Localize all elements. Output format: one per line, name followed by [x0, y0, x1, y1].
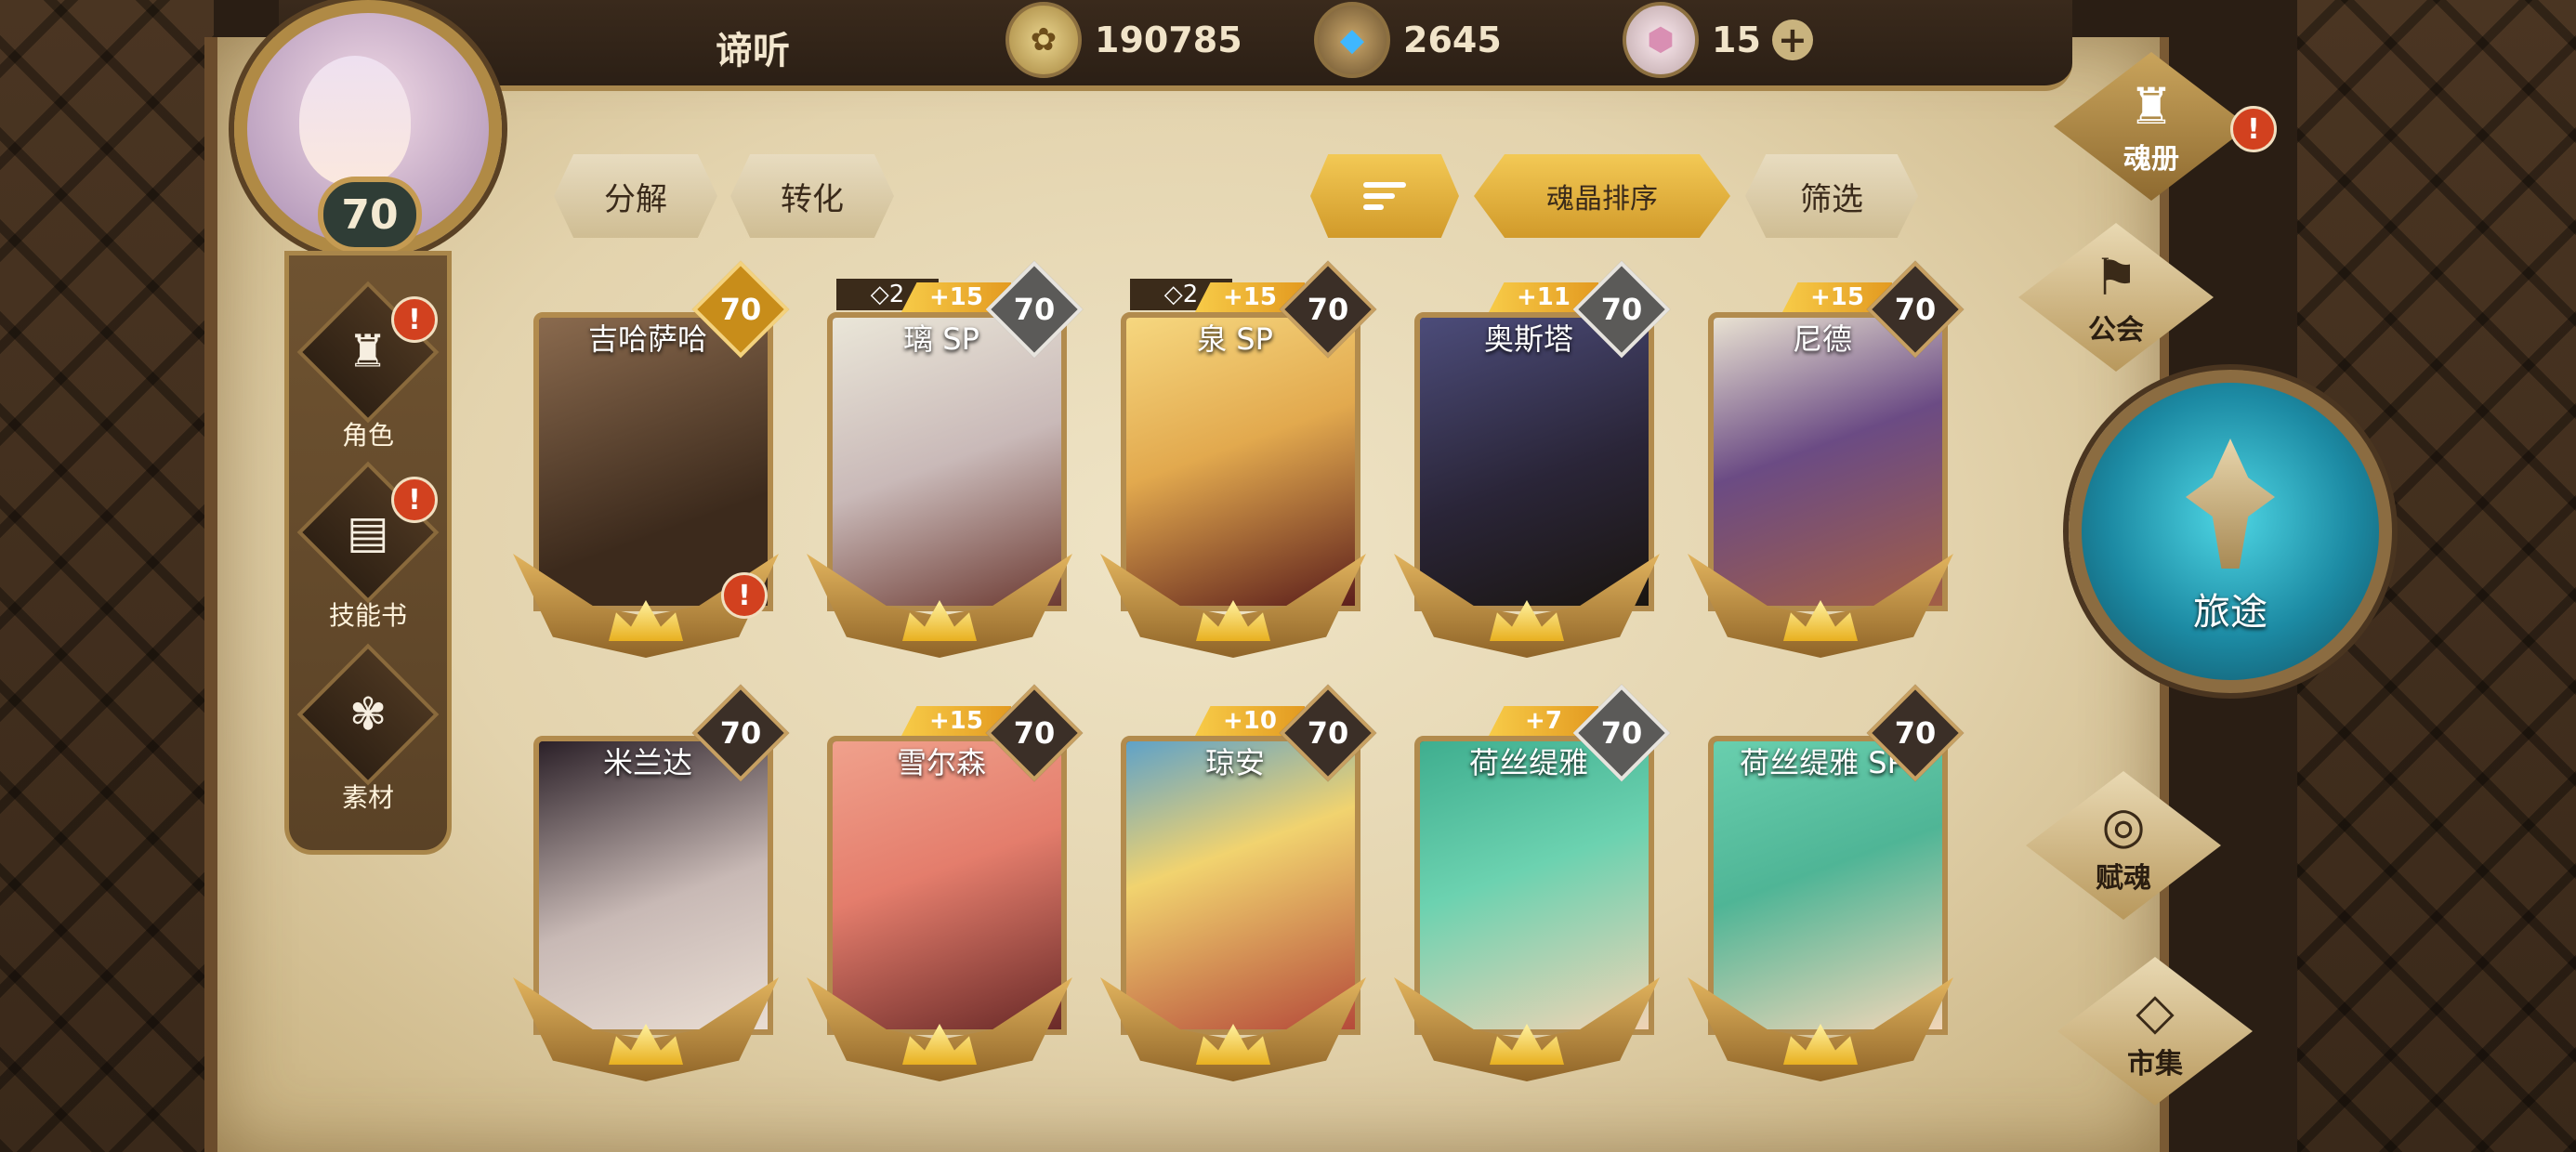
hero-card[interactable]: 荷丝缇雅 SP 70 [1688, 684, 1965, 1081]
soul-book-label: 魂册 [2123, 142, 2179, 176]
nav-material[interactable]: ✾ 素材 [289, 643, 447, 815]
filter-button[interactable]: 筛选 [1745, 154, 1918, 238]
journey-emblem-icon [2186, 439, 2275, 569]
gold-coin-icon: ✿ [1005, 2, 1082, 78]
endow-label: 赋魂 [2096, 861, 2151, 895]
gem-amount: 15 [1712, 20, 1761, 60]
market-label: 市集 [2127, 1047, 2183, 1080]
player-level-badge: 70 [318, 177, 422, 253]
decompose-button[interactable]: 分解 [554, 154, 717, 238]
hero-card[interactable]: 吉哈萨哈 70 ! [513, 260, 790, 658]
hero-portrait [1126, 741, 1355, 1029]
soul-book-icon: ♜ [2128, 76, 2175, 136]
hero-portrait [833, 741, 1061, 1029]
hero-card[interactable]: +11 奥斯塔 70 [1394, 260, 1671, 658]
player-name: 谛听 [716, 30, 790, 72]
gold-currency: ✿ 190785 [1005, 2, 1242, 78]
avatar-portrait [299, 56, 411, 186]
alert-icon: ! [391, 477, 438, 523]
hero-card[interactable]: ◇2 +15 泉 SP 70 [1100, 260, 1377, 658]
hero-card[interactable]: +10 琼安 70 [1100, 684, 1377, 1081]
sort-order-button[interactable] [1310, 154, 1459, 238]
convert-button[interactable]: 转化 [730, 154, 894, 238]
alert-icon: ! [391, 296, 438, 343]
hero-portrait [539, 318, 768, 606]
endow-icon: ◎ [2101, 795, 2146, 855]
blue-crystal-icon: ◆ [1314, 2, 1390, 78]
nav-skill-book[interactable]: ▤ 技能书 ! [289, 461, 447, 633]
left-nav: ♜ 角色 ! ▤ 技能书 ! ✾ 素材 [284, 251, 452, 855]
hero-portrait [1714, 741, 1942, 1029]
soul-sort-button[interactable]: 魂晶排序 [1474, 154, 1730, 238]
hero-card[interactable]: 米兰达 70 [513, 684, 790, 1081]
guild-icon: ⚑ [2093, 247, 2139, 307]
hero-level: 70 [719, 292, 762, 327]
hero-card[interactable]: +15 尼德 70 [1688, 260, 1965, 658]
add-gem-button[interactable]: + [1771, 20, 1813, 60]
material-icon: ✾ [296, 643, 440, 786]
alert-icon: ! [2230, 106, 2277, 152]
hero-portrait [539, 741, 768, 1029]
sort-order-icon [1363, 182, 1406, 210]
hero-card[interactable]: +7 荷丝缇雅 70 [1394, 684, 1671, 1081]
hero-card[interactable]: +15 雪尔森 70 [807, 684, 1084, 1081]
hero-portrait [1126, 318, 1355, 606]
guild-label: 公会 [2088, 313, 2144, 347]
hero-level: 70 [1307, 715, 1349, 751]
hero-portrait [1420, 318, 1649, 606]
hero-level: 70 [1307, 292, 1349, 327]
hero-portrait [1420, 741, 1649, 1029]
gem-currency: ⬢ 15 + [1623, 2, 1813, 78]
hero-portrait [833, 318, 1061, 606]
left-border-decoration [0, 0, 214, 1152]
hero-level: 70 [1600, 292, 1643, 327]
hero-level: 70 [1600, 715, 1643, 751]
market-icon: ◇ [2136, 981, 2175, 1041]
pink-gem-icon: ⬢ [1623, 2, 1699, 78]
hero-level: 70 [1013, 292, 1056, 327]
hero-portrait [1714, 318, 1942, 606]
hero-level: 70 [1894, 292, 1937, 327]
hero-level: 70 [1013, 715, 1056, 751]
journey-label: 旅途 [2193, 591, 2267, 634]
crystal-currency: ◆ 2645 [1314, 2, 1502, 78]
hero-card[interactable]: ◇2 +15 璃 SP 70 [807, 260, 1084, 658]
crystal-amount: 2645 [1403, 20, 1502, 60]
journey-button[interactable]: 旅途 [2069, 370, 2392, 693]
hero-level: 70 [719, 715, 762, 751]
nav-character[interactable]: ♜ 角色 ! [289, 281, 447, 452]
player-avatar[interactable]: 70 [216, 0, 513, 260]
alert-icon: ! [721, 572, 768, 619]
hero-level: 70 [1894, 715, 1937, 751]
gold-amount: 190785 [1095, 20, 1242, 60]
